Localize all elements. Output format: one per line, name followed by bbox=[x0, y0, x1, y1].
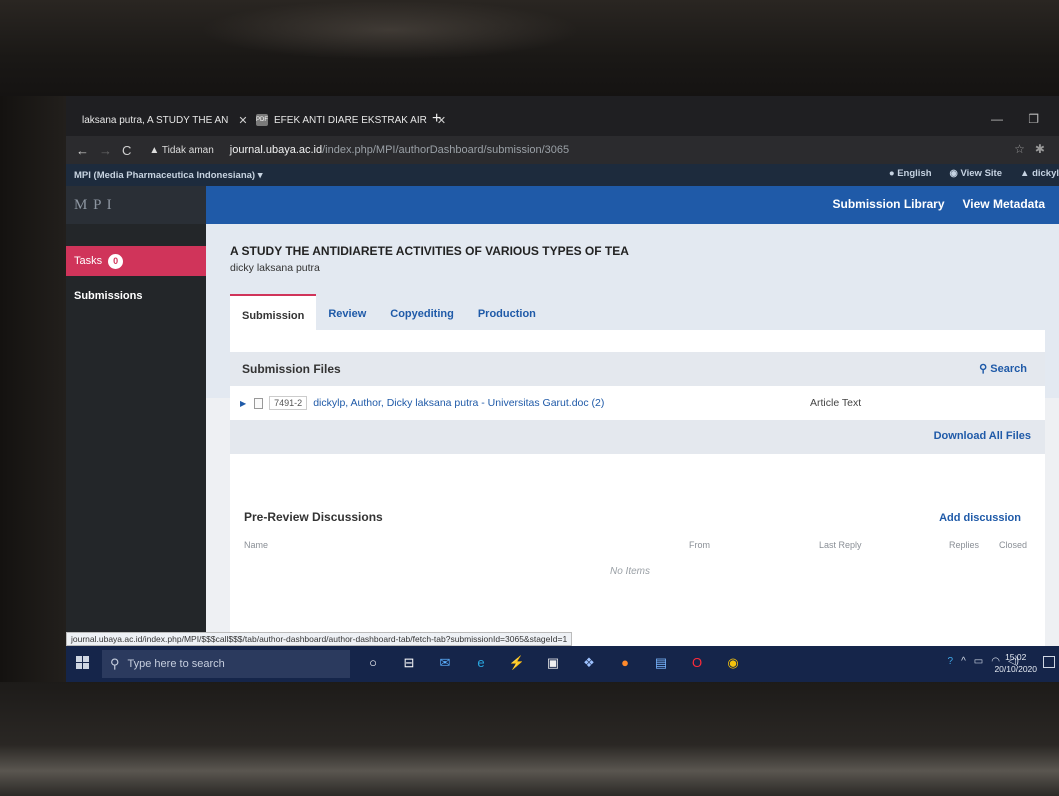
col-last-reply: Last Reply bbox=[819, 540, 862, 550]
clock-time: 15:02 bbox=[1005, 652, 1027, 662]
submission-files-header: Submission Files ⚲ Search bbox=[230, 352, 1045, 386]
journal-logo[interactable]: M P I bbox=[66, 186, 206, 224]
not-secure-warning[interactable]: ▲ Tidak aman bbox=[149, 145, 213, 156]
sidebar: Tasks 0 Submissions bbox=[66, 224, 206, 654]
vscode-icon[interactable]: ⚡ bbox=[506, 652, 528, 674]
tab-production[interactable]: Production bbox=[466, 294, 548, 330]
mail-icon[interactable]: ✉ bbox=[434, 652, 456, 674]
firefox-icon[interactable]: ● bbox=[614, 652, 636, 674]
file-type: Article Text bbox=[810, 397, 862, 409]
discussions-title: Pre-Review Discussions bbox=[244, 510, 383, 524]
pdf-favicon-icon: PDF bbox=[256, 114, 268, 126]
forward-arrow-icon[interactable]: → bbox=[99, 143, 112, 158]
document-icon bbox=[254, 397, 264, 409]
browser-tab-1[interactable]: laksana putra, A STUDY THE AN ✕ bbox=[76, 108, 248, 132]
notification-icon[interactable] bbox=[1043, 656, 1055, 668]
help-icon[interactable]: ? bbox=[948, 656, 954, 667]
status-url-tooltip: journal.ubaya.ac.id/index.php/MPI/$$$cal… bbox=[66, 632, 573, 646]
sidebar-item-submissions[interactable]: Submissions bbox=[74, 290, 142, 302]
expand-row-icon[interactable]: ▶ bbox=[240, 399, 246, 408]
language-label: English bbox=[897, 168, 932, 179]
tasks-label: Tasks bbox=[74, 255, 103, 267]
monitor-bezel-left bbox=[0, 96, 66, 696]
opera-icon[interactable]: O bbox=[686, 652, 708, 674]
empty-state: No Items bbox=[610, 566, 651, 577]
view-metadata-link[interactable]: View Metadata bbox=[963, 197, 1045, 211]
tasks-button[interactable]: Tasks 0 bbox=[66, 246, 206, 276]
tasks-count-badge: 0 bbox=[108, 253, 124, 269]
browser-tab-2[interactable]: PDF EFEK ANTI DIARE EKSTRAK AIR ✕ bbox=[256, 108, 446, 132]
taskbar-clock[interactable]: 15:02 20/10/2020 bbox=[994, 651, 1037, 675]
search-label: Search bbox=[990, 363, 1027, 375]
submission-title: A STUDY THE ANTIDIARETE ACTIVITIES OF VA… bbox=[230, 244, 629, 258]
monitor-bezel-top bbox=[0, 0, 1059, 96]
file-id: 7491-2 bbox=[269, 396, 308, 410]
task-view-icon[interactable]: ⊟ bbox=[398, 652, 420, 674]
screen: laksana putra, A STUDY THE AN ✕ PDF EFEK… bbox=[66, 96, 1059, 682]
windows-start-icon[interactable] bbox=[76, 656, 90, 670]
files-search-link[interactable]: ⚲ Search bbox=[979, 362, 1027, 375]
url-path[interactable]: /index.php/MPI/authorDashboard/submissio… bbox=[322, 144, 569, 156]
back-arrow-icon[interactable]: ← bbox=[76, 143, 89, 158]
store-icon[interactable]: ▣ bbox=[542, 652, 564, 674]
col-replies: Replies bbox=[949, 540, 980, 550]
file-name-link[interactable]: dickylp, Author, Dicky laksana putra - U… bbox=[313, 397, 604, 409]
tab-submission[interactable]: Submission bbox=[230, 294, 317, 330]
add-discussion-link[interactable]: Add discussion bbox=[939, 512, 1021, 524]
battery-icon[interactable]: ▭ bbox=[974, 656, 983, 667]
user-menu[interactable]: ▲ dickyl bbox=[1020, 168, 1059, 179]
close-tab-icon[interactable]: ✕ bbox=[238, 114, 247, 127]
security-label: Tidak aman bbox=[161, 144, 214, 156]
edge-icon[interactable]: e bbox=[470, 652, 492, 674]
view-site-label: View Site bbox=[960, 168, 1003, 179]
photos-icon[interactable]: ▤ bbox=[650, 652, 672, 674]
language-link[interactable]: ● English bbox=[889, 168, 932, 179]
submission-files-title: Submission Files bbox=[242, 362, 341, 376]
bookmark-star-icon[interactable]: ☆ ✱ bbox=[1014, 142, 1045, 156]
tab-panel: Submission Files ⚲ Search ▶ 7491-2 dicky… bbox=[230, 330, 1045, 654]
search-placeholder: Type here to search bbox=[127, 658, 225, 670]
app-header: M P I Submission Library View Metadata bbox=[66, 186, 1059, 224]
view-site-link[interactable]: ◉ View Site bbox=[950, 168, 1002, 179]
workflow-tabs: Submission Review Copyediting Production bbox=[230, 294, 548, 330]
new-tab-plus-icon[interactable]: + bbox=[432, 110, 441, 128]
minimize-icon[interactable]: — bbox=[991, 112, 1003, 126]
files-footer: Download All Files bbox=[230, 420, 1045, 454]
clock-date: 20/10/2020 bbox=[994, 664, 1037, 674]
journal-name: MPI (Media Pharmaceutica Indonesiana) bbox=[74, 169, 256, 181]
username: dickyl bbox=[1032, 168, 1059, 179]
col-from: From bbox=[689, 540, 710, 550]
submission-library-link[interactable]: Submission Library bbox=[832, 197, 944, 211]
url-host[interactable]: journal.ubaya.ac.id bbox=[230, 144, 322, 156]
search-icon: ⚲ bbox=[110, 656, 120, 671]
file-row: ▶ 7491-2 dickylp, Author, Dicky laksana … bbox=[230, 390, 1045, 416]
col-name: Name bbox=[244, 540, 269, 550]
tab-copyediting[interactable]: Copyediting bbox=[378, 294, 466, 330]
journal-switcher[interactable]: MPI (Media Pharmaceutica Indonesiana) ▾ bbox=[74, 170, 263, 181]
dropbox-icon[interactable]: ❖ bbox=[578, 652, 600, 674]
tab-title: laksana putra, A STUDY THE AN bbox=[82, 114, 229, 126]
browser-tab-strip: laksana putra, A STUDY THE AN ✕ PDF EFEK… bbox=[66, 96, 1059, 136]
tray-chevron-icon[interactable]: ^ bbox=[961, 656, 966, 667]
col-closed: Closed bbox=[999, 540, 1028, 550]
cortana-icon[interactable]: ○ bbox=[362, 652, 384, 674]
reload-icon[interactable]: C bbox=[122, 143, 131, 158]
windows-taskbar: ⚲ Type here to search ○ ⊟ ✉ e ⚡ ▣ ❖ ● ▤ … bbox=[66, 646, 1059, 682]
submission-author: dicky laksana putra bbox=[230, 262, 320, 274]
tab-title: EFEK ANTI DIARE EKSTRAK AIR bbox=[274, 114, 427, 126]
main-content: A STUDY THE ANTIDIARETE ACTIVITIES OF VA… bbox=[206, 224, 1059, 654]
address-bar: ← → C ▲ Tidak aman journal.ubaya.ac.id/i… bbox=[66, 136, 1059, 164]
download-all-files-link[interactable]: Download All Files bbox=[934, 430, 1031, 442]
taskbar-search-box[interactable]: ⚲ Type here to search bbox=[102, 650, 350, 678]
journal-context-bar: MPI (Media Pharmaceutica Indonesiana) ▾ … bbox=[66, 164, 1059, 186]
monitor-bezel-bottom bbox=[0, 682, 1059, 796]
tab-review[interactable]: Review bbox=[316, 294, 378, 330]
restore-icon[interactable]: ❐ bbox=[1028, 112, 1039, 126]
chrome-icon[interactable]: ◉ bbox=[722, 652, 744, 674]
